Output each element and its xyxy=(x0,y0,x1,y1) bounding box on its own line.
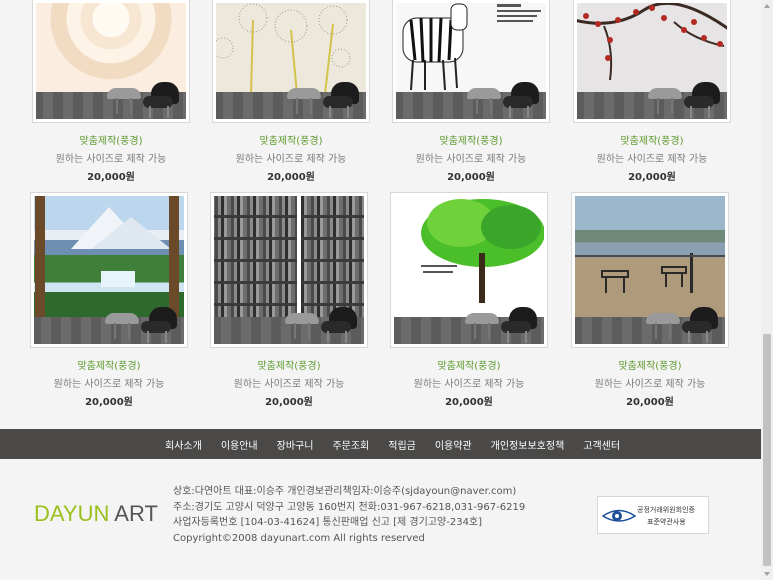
page: 맞춤제작(풍경) 원하는 사이즈로 제작 가능 20,000원 맞춤제작(풍경)… xyxy=(0,0,761,580)
product-card[interactable]: 맞춤제작(풍경) 원하는 사이즈로 제작 가능 20,000원 xyxy=(393,0,549,184)
product-price: 20,000원 xyxy=(87,172,135,183)
certification-subtext: 표준약관사용 xyxy=(647,518,686,526)
scroll-down-arrow-icon[interactable] xyxy=(761,568,773,580)
company-info-line: 상호:다연아트 대표:이승주 개인경보관리책임자:이승주(sjdayoun@na… xyxy=(173,486,517,497)
certification-text: 공정거래위원회인증 xyxy=(637,506,695,514)
product-card[interactable]: 맞춤제작(풍경) 원하는 사이즈로 제작 가능 20,000원 xyxy=(33,0,189,184)
product-name[interactable]: 맞춤제작(풍경) xyxy=(31,360,187,373)
product-name[interactable]: 맞춤제작(풍경) xyxy=(574,135,730,148)
product-description: 원하는 사이즈로 제작 가능 xyxy=(55,154,167,165)
product-thumbnail[interactable] xyxy=(211,193,367,347)
product-price: 20,000원 xyxy=(445,397,493,408)
footer-link-terms[interactable]: 이용약관 xyxy=(435,437,472,452)
company-info: 상호:다연아트 대표:이승주 개인경보관리책임자:이승주(sjdayoun@na… xyxy=(173,484,525,546)
product-description: 원하는 사이즈로 제작 가능 xyxy=(233,379,345,390)
logo-part-dayun: DAYUN xyxy=(34,501,110,526)
product-name[interactable]: 맞춤제작(풍경) xyxy=(572,360,728,373)
product-card[interactable]: 맞춤제작(풍경) 원하는 사이즈로 제작 가능 20,000원 xyxy=(31,193,187,409)
product-thumbnail[interactable] xyxy=(33,0,189,122)
product-price: 20,000원 xyxy=(267,172,315,183)
footer-link-order-lookup[interactable]: 주문조회 xyxy=(332,437,369,452)
copyright-text: Copyright©2008 dayunart.com All rights r… xyxy=(173,532,425,544)
company-info-line: 사업자등록번호 [104-03-41624] 통신판매업 신고 [제 경기고양-… xyxy=(173,517,483,528)
vertical-scrollbar[interactable] xyxy=(761,0,773,580)
product-description: 원하는 사이즈로 제작 가능 xyxy=(413,379,525,390)
footer-link-customer-center[interactable]: 고객센터 xyxy=(583,437,620,452)
footer-link-privacy[interactable]: 개인정보보호정책 xyxy=(491,437,565,452)
product-thumbnail[interactable] xyxy=(391,193,547,347)
scroll-up-arrow-icon[interactable] xyxy=(761,0,773,12)
product-description: 원하는 사이즈로 제작 가능 xyxy=(235,154,347,165)
company-info-line: 주소:경기도 고양시 덕양구 고양동 160번지 전화:031-967-6218… xyxy=(173,501,526,513)
product-thumbnail[interactable] xyxy=(213,0,369,122)
product-card[interactable]: 맞춤제작(풍경) 원하는 사이즈로 제작 가능 20,000원 xyxy=(211,193,367,409)
product-price: 20,000원 xyxy=(447,172,495,183)
product-description: 원하는 사이즈로 제작 가능 xyxy=(53,379,165,390)
product-thumbnail[interactable] xyxy=(572,193,728,347)
footer-link-cart[interactable]: 장바구니 xyxy=(277,437,314,452)
product-price: 20,000원 xyxy=(265,397,313,408)
product-thumbnail[interactable] xyxy=(574,0,730,122)
product-card[interactable]: 맞춤제작(풍경) 원하는 사이즈로 제작 가능 20,000원 xyxy=(572,193,728,409)
product-card[interactable]: 맞춤제작(풍경) 원하는 사이즈로 제작 가능 20,000원 xyxy=(391,193,547,409)
product-description: 원하는 사이즈로 제작 가능 xyxy=(594,379,706,390)
footer-link-company[interactable]: 회사소개 xyxy=(165,437,202,452)
product-name[interactable]: 맞춤제작(풍경) xyxy=(393,135,549,148)
footer: DAYUN ART 상호:다연아트 대표:이승주 개인경보관리책임자:이승주(s… xyxy=(0,459,761,580)
product-thumbnail[interactable] xyxy=(31,193,187,347)
product-name[interactable]: 맞춤제작(풍경) xyxy=(391,360,547,373)
site-logo[interactable]: DAYUN ART xyxy=(34,501,158,527)
product-price: 20,000원 xyxy=(85,397,133,408)
product-name[interactable]: 맞춤제작(풍경) xyxy=(211,360,367,373)
product-thumbnail[interactable] xyxy=(393,0,549,122)
ftc-eye-icon xyxy=(602,509,636,522)
product-name[interactable]: 맞춤제작(풍경) xyxy=(33,135,189,148)
footer-nav-bar: 회사소개 이용안내 장바구니 주문조회 적립금 이용약관 개인정보보호정책 고객… xyxy=(0,429,761,459)
scrollbar-thumb[interactable] xyxy=(763,334,771,566)
logo-part-art: ART xyxy=(114,501,158,526)
product-name[interactable]: 맞춤제작(풍경) xyxy=(213,135,369,148)
product-price: 20,000원 xyxy=(628,172,676,183)
product-card[interactable]: 맞춤제작(풍경) 원하는 사이즈로 제작 가능 20,000원 xyxy=(574,0,730,184)
footer-nav-list: 회사소개 이용안내 장바구니 주문조회 적립금 이용약관 개인정보보호정책 고객… xyxy=(165,429,639,459)
footer-link-points[interactable]: 적립금 xyxy=(388,437,416,452)
product-price: 20,000원 xyxy=(626,397,674,408)
product-card[interactable]: 맞춤제작(풍경) 원하는 사이즈로 제작 가능 20,000원 xyxy=(213,0,369,184)
product-description: 원하는 사이즈로 제작 가능 xyxy=(415,154,527,165)
product-description: 원하는 사이즈로 제작 가능 xyxy=(596,154,708,165)
certification-badge[interactable]: 공정거래위원회인증 표준약관사용 xyxy=(597,496,709,534)
footer-link-guide[interactable]: 이용안내 xyxy=(221,437,258,452)
